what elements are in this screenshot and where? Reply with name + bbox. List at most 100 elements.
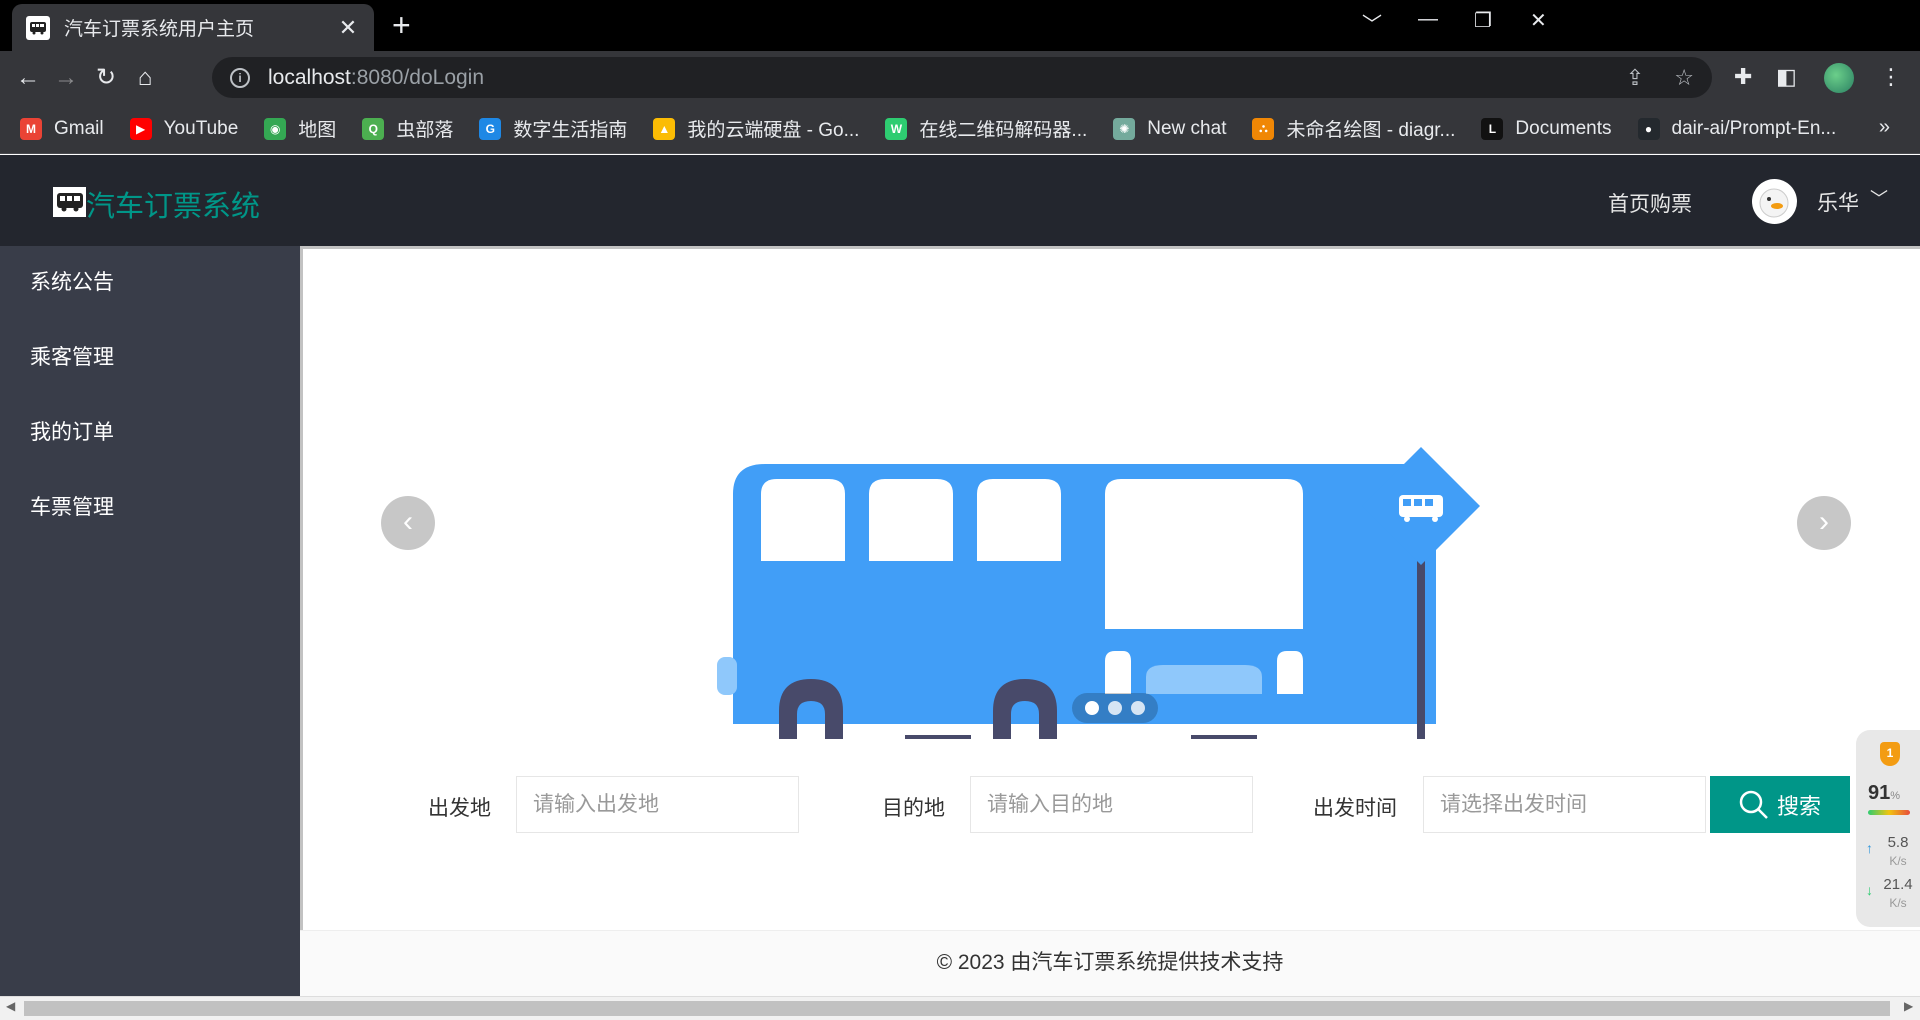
- shield-icon: 1: [1880, 742, 1900, 766]
- url-host: localhost: [268, 65, 351, 89]
- sidebar-item-my-orders[interactable]: 我的订单: [0, 396, 300, 471]
- bus-favicon-icon: [26, 15, 50, 40]
- from-label: 出发地: [428, 797, 491, 820]
- usage-bar: [1868, 810, 1910, 815]
- bookmarks-overflow-icon[interactable]: »: [1879, 116, 1890, 139]
- bookmark-item[interactable]: ✺ New chat: [1113, 117, 1226, 140]
- main-content: ‹ › 出发地 目的地 出发时间 搜索: [300, 246, 1920, 930]
- bookmark-label: 我的云端硬盘 - Go...: [687, 120, 860, 141]
- home-button[interactable]: ⌂: [131, 64, 159, 92]
- youtube-icon: ▶: [129, 117, 152, 140]
- scroll-left-icon[interactable]: ◀: [6, 999, 15, 1013]
- profile-avatar[interactable]: [1824, 63, 1854, 93]
- network-speed-widget[interactable]: 1 91% ↑ 5.8 K/s ↓ 21.4 K/s: [1856, 730, 1920, 927]
- download-speed: 21.4 K/s: [1880, 876, 1916, 912]
- sidebar: 系统公告 乘客管理 我的订单 车票管理: [0, 246, 300, 996]
- to-label: 目的地: [882, 797, 945, 820]
- maps-icon: ◉: [264, 117, 287, 140]
- sidebar-item-tickets[interactable]: 车票管理: [0, 471, 300, 546]
- forward-button[interactable]: →: [52, 64, 80, 92]
- bookmark-label: Documents: [1515, 117, 1612, 139]
- new-tab-button[interactable]: +: [392, 9, 411, 41]
- bookmark-item[interactable]: ▶ YouTube: [129, 117, 238, 140]
- download-value: 21.4: [1883, 876, 1913, 893]
- chevron-down-icon[interactable]: ﹀: [1870, 185, 1888, 211]
- bookmark-item[interactable]: ⛬ 未命名绘图 - diagr...: [1252, 115, 1455, 142]
- guide-icon: G: [479, 117, 502, 140]
- upload-speed: 5.8 K/s: [1880, 834, 1916, 870]
- tab-title: 汽车订票系统用户主页: [64, 19, 255, 40]
- bookmark-star-icon[interactable]: ☆: [1674, 65, 1694, 91]
- sidebar-item-passengers[interactable]: 乘客管理: [0, 321, 300, 396]
- from-input[interactable]: [516, 776, 799, 833]
- horizontal-scrollbar[interactable]: ◀ ▶: [0, 996, 1920, 1020]
- bookmark-label: 未命名绘图 - diagr...: [1286, 120, 1456, 141]
- download-arrow-icon: ↓: [1866, 882, 1873, 898]
- carousel-next-button[interactable]: ›: [1797, 496, 1851, 550]
- chatgpt-icon: ✺: [1113, 117, 1136, 140]
- scrollbar-thumb[interactable]: [24, 1001, 1890, 1016]
- side-panel-icon[interactable]: ◧: [1776, 64, 1797, 90]
- carousel-dot[interactable]: [1085, 701, 1099, 715]
- chongbuluo-icon: Q: [362, 117, 385, 140]
- username[interactable]: 乐华: [1817, 187, 1859, 217]
- bookmark-item[interactable]: G 数字生活指南: [479, 115, 627, 142]
- tab-close-icon[interactable]: ✕: [336, 15, 360, 41]
- share-icon[interactable]: ⇪: [1626, 65, 1644, 91]
- bookmark-item[interactable]: ▲ 我的云端硬盘 - Go...: [653, 115, 859, 142]
- nav-home-tickets[interactable]: 首页购票: [1608, 188, 1692, 218]
- download-unit: K/s: [1889, 896, 1907, 910]
- back-button[interactable]: ←: [14, 64, 42, 92]
- drive-icon: ▲: [653, 117, 676, 140]
- percent-value: 91: [1868, 782, 1891, 804]
- app-logo-text[interactable]: 汽车订票系统: [86, 183, 260, 225]
- bookmark-item[interactable]: L Documents: [1481, 117, 1612, 140]
- tab-search-icon[interactable]: ﹀: [1362, 8, 1382, 37]
- close-window-button[interactable]: ✕: [1530, 8, 1547, 33]
- github-icon: ●: [1637, 117, 1660, 140]
- bookmark-item[interactable]: M Gmail: [20, 117, 104, 140]
- bookmark-label: 数字生活指南: [513, 120, 628, 141]
- search-button[interactable]: 搜索: [1710, 776, 1850, 833]
- to-input[interactable]: [970, 776, 1253, 833]
- bus-logo-icon: [53, 187, 86, 217]
- scroll-right-icon[interactable]: ▶: [1904, 999, 1913, 1013]
- minimize-button[interactable]: —: [1418, 8, 1438, 31]
- url-path: :8080/doLogin: [350, 65, 485, 89]
- carousel-dot[interactable]: [1108, 701, 1122, 715]
- percent-unit: %: [1890, 790, 1901, 802]
- restore-button[interactable]: ❐: [1474, 8, 1492, 33]
- upload-arrow-icon: ↑: [1866, 840, 1873, 856]
- carousel-dot[interactable]: [1131, 701, 1145, 715]
- qr-icon: W: [885, 117, 908, 140]
- bookmark-item[interactable]: ● dair-ai/Prompt-En...: [1637, 117, 1837, 140]
- memory-percent: 91%: [1868, 782, 1900, 805]
- upload-value: 5.8: [1887, 834, 1909, 851]
- search-icon: [1739, 790, 1768, 819]
- bookmark-label: Gmail: [54, 117, 104, 139]
- footer: © 2023 由汽车订票系统提供技术支持: [300, 930, 1920, 996]
- site-info-icon[interactable]: i: [230, 67, 250, 88]
- documents-icon: L: [1481, 117, 1504, 140]
- extensions-puzzle-icon[interactable]: ✚: [1734, 64, 1752, 90]
- bookmarks-bar: M Gmail ▶ YouTube ◉ 地图 Q 虫部落 G 数字生活指南 ▲ 我的云端硬盘 - Go…: [0, 104, 1920, 154]
- upload-unit: K/s: [1889, 854, 1907, 868]
- gmail-icon: M: [20, 117, 42, 140]
- user-avatar[interactable]: [1752, 179, 1797, 224]
- bookmark-item[interactable]: Q 虫部落: [362, 115, 453, 142]
- departure-time-label: 出发时间: [1313, 797, 1397, 820]
- departure-time-input[interactable]: [1423, 776, 1706, 833]
- reload-button[interactable]: ↻: [92, 64, 120, 92]
- bookmark-item[interactable]: W 在线二维码解码器...: [885, 115, 1087, 142]
- address-bar[interactable]: i localhost :8080/doLogin ⇪ ☆: [212, 57, 1712, 98]
- bookmark-label: dair-ai/Prompt-En...: [1671, 117, 1837, 139]
- menu-kebab-icon[interactable]: ⋮: [1880, 64, 1902, 90]
- sidebar-item-announcements[interactable]: 系统公告: [0, 246, 300, 321]
- carousel-indicators: [1072, 693, 1158, 723]
- bookmark-item[interactable]: ◉ 地图: [264, 115, 336, 142]
- bus-carousel-image: [717, 447, 1480, 739]
- browser-tab-active[interactable]: 汽车订票系统用户主页 ✕: [12, 4, 374, 51]
- browser-tab-strip: 汽车订票系统用户主页 ✕ + ﹀ — ❐ ✕: [0, 0, 1920, 51]
- browser-toolbar: ← → ↻ ⌂ i localhost :8080/doLogin ⇪ ☆ ✚ …: [0, 51, 1920, 104]
- carousel-prev-button[interactable]: ‹: [381, 496, 435, 550]
